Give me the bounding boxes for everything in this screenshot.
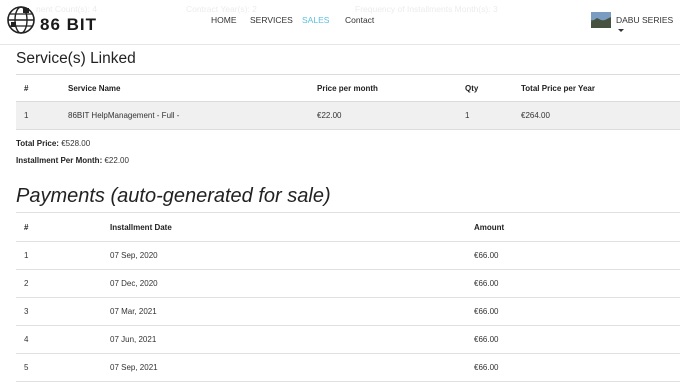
table-cell: €66.00 xyxy=(474,251,499,260)
globe-logo-icon[interactable] xyxy=(6,5,36,35)
ghost-text: Contract Year(s): 2 xyxy=(186,4,257,14)
top-navbar: nent Count(s): 4 Contract Year(s): 2 Fre… xyxy=(0,0,680,45)
installment-value: €22.00 xyxy=(104,156,129,165)
column-header: # xyxy=(24,83,29,93)
payments-table: # Installment Date Amount 1 07 Sep, 2020… xyxy=(16,212,680,382)
table-cell: 07 Sep, 2020 xyxy=(110,251,158,260)
table-cell: €22.00 xyxy=(317,111,342,120)
installment-per-month: Installment Per Month: €22.00 xyxy=(16,156,129,165)
table-row: 3 07 Mar, 2021 €66.00 xyxy=(16,297,680,326)
installment-label: Installment Per Month: xyxy=(16,156,103,165)
column-header: Amount xyxy=(474,222,505,232)
services-title: Service(s) Linked xyxy=(16,50,136,67)
column-header: # xyxy=(24,222,29,232)
brand-name[interactable]: 86 BIT xyxy=(40,15,97,35)
table-cell: 07 Mar, 2021 xyxy=(110,307,157,316)
table-cell: 5 xyxy=(24,363,29,372)
table-cell: 1 xyxy=(24,111,29,120)
table-cell: 07 Sep, 2021 xyxy=(110,363,158,372)
table-row: 5 07 Sep, 2021 €66.00 xyxy=(16,353,680,382)
table-cell: 2 xyxy=(24,279,29,288)
column-header: Qty xyxy=(465,83,479,93)
payments-title: Payments (auto-generated for sale) xyxy=(16,185,331,207)
user-avatar[interactable] xyxy=(591,12,611,28)
table-cell: 07 Jun, 2021 xyxy=(110,335,157,344)
caret-down-icon xyxy=(618,29,624,33)
user-name-label: DABU SERIES xyxy=(616,15,674,25)
table-row: 2 07 Dec, 2020 €66.00 xyxy=(16,269,680,298)
table-row: 1 07 Sep, 2020 €66.00 xyxy=(16,241,680,270)
table-header-row: # Service Name Price per month Qty Total… xyxy=(16,74,680,102)
nav-home[interactable]: HOME xyxy=(211,15,237,25)
table-cell: 1 xyxy=(24,251,29,260)
table-cell: 3 xyxy=(24,307,29,316)
table-cell: €66.00 xyxy=(474,279,499,288)
total-price-value: €528.00 xyxy=(61,139,91,148)
table-cell: €66.00 xyxy=(474,307,499,316)
table-cell: €66.00 xyxy=(474,363,499,372)
table-header-row: # Installment Date Amount xyxy=(16,212,680,242)
column-header: Total Price per Year xyxy=(521,83,595,93)
total-price: Total Price: €528.00 xyxy=(16,139,90,148)
table-cell: 86BIT HelpManagement - Full - xyxy=(68,111,180,120)
column-header: Price per month xyxy=(317,83,378,93)
user-menu-toggle[interactable]: DABU SERIES xyxy=(616,15,680,35)
table-cell: 07 Dec, 2020 xyxy=(110,279,158,288)
ghost-text: Frequency of Installments Month(s): 3 xyxy=(355,4,498,14)
table-cell: €66.00 xyxy=(474,335,499,344)
nav-sales[interactable]: SALES xyxy=(302,15,329,25)
services-table: # Service Name Price per month Qty Total… xyxy=(16,74,680,130)
table-row: 1 86BIT HelpManagement - Full - €22.00 1… xyxy=(16,101,680,130)
column-header: Service Name xyxy=(68,83,121,93)
table-row: 4 07 Jun, 2021 €66.00 xyxy=(16,325,680,354)
table-cell: 4 xyxy=(24,335,29,344)
total-price-label: Total Price: xyxy=(16,139,59,148)
nav-contact[interactable]: Contact xyxy=(345,15,374,25)
table-cell: €264.00 xyxy=(521,111,550,120)
table-cell: 1 xyxy=(465,111,470,120)
ghost-text: nent Count(s): 4 xyxy=(36,4,97,14)
column-header: Installment Date xyxy=(110,222,172,232)
nav-services[interactable]: SERVICES xyxy=(250,15,293,25)
